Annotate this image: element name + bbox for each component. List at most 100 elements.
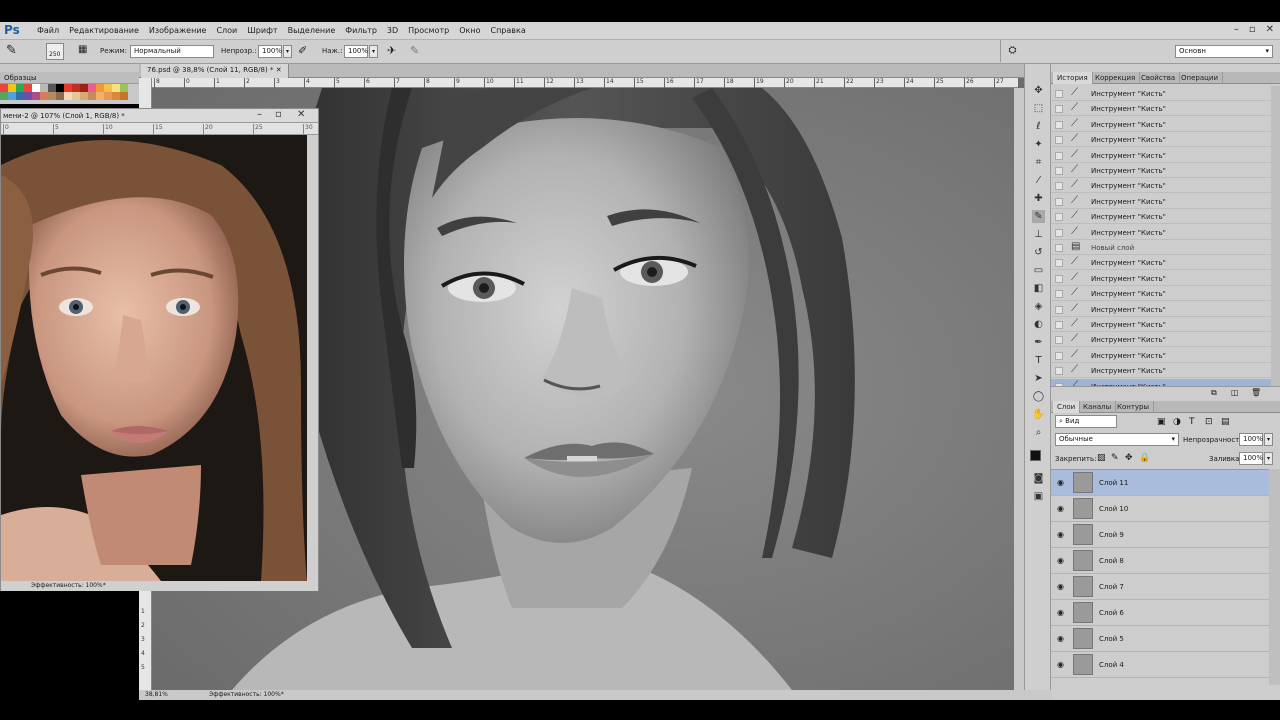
color-swatch[interactable] bbox=[0, 92, 8, 100]
restore-icon[interactable]: ▫ bbox=[1249, 24, 1256, 35]
history-state[interactable]: ⟋ Инструмент "Кисть" bbox=[1051, 225, 1271, 240]
layer-name[interactable]: Слой 9 bbox=[1099, 531, 1124, 539]
blur-tool-icon[interactable]: ◈ bbox=[1032, 300, 1045, 313]
history-state[interactable]: ⟋ Инструмент "Кисть" bbox=[1051, 363, 1271, 379]
color-swatch[interactable] bbox=[48, 84, 56, 92]
history-source-checkbox[interactable] bbox=[1055, 259, 1063, 268]
color-swatch[interactable] bbox=[24, 84, 32, 92]
filter-shape-icon[interactable]: ⊡ bbox=[1205, 417, 1213, 427]
menu-item[interactable]: Изображение bbox=[144, 26, 212, 35]
menu-item[interactable]: Окно bbox=[454, 26, 485, 35]
panel-toggle-icon[interactable]: ⛭ bbox=[1000, 40, 1024, 62]
history-state[interactable]: ⟋ Инструмент "Кисть" bbox=[1051, 302, 1271, 317]
layer-name[interactable]: Слой 5 bbox=[1099, 635, 1124, 643]
new-snapshot-icon[interactable]: ◫ bbox=[1231, 388, 1239, 397]
menu-item[interactable]: 3D bbox=[382, 26, 403, 35]
reference-maximize-icon[interactable]: ▫ bbox=[275, 109, 282, 120]
horizontal-ruler[interactable]: 8 0 1 2 3 4 5 6 7 8 9 10 11 12 13 14 15 16 17 18 19 20 21 22 23 2… bbox=[152, 78, 1064, 88]
lasso-tool-icon[interactable]: ℓ bbox=[1032, 120, 1045, 133]
pressure-input[interactable]: 100% bbox=[344, 45, 368, 58]
color-swatch[interactable] bbox=[32, 84, 40, 92]
color-swatch[interactable] bbox=[48, 92, 56, 100]
color-swatch[interactable] bbox=[0, 84, 8, 92]
menu-item[interactable]: Фильтр bbox=[340, 26, 382, 35]
brush-panel-icon[interactable]: ▦ bbox=[78, 44, 87, 55]
zoom-value[interactable]: 38,81% bbox=[145, 691, 168, 698]
filter-adjust-icon[interactable]: ◑ bbox=[1173, 417, 1181, 427]
color-swatch[interactable] bbox=[8, 84, 16, 92]
color-swatch[interactable] bbox=[32, 92, 40, 100]
color-swatch[interactable] bbox=[88, 84, 96, 92]
history-state[interactable]: ⟋ Инструмент "Кисть" bbox=[1051, 86, 1271, 101]
layer-row[interactable]: ◉ Слой 7 bbox=[1051, 574, 1269, 600]
history-state[interactable]: ⟋ Инструмент "Кисть" bbox=[1051, 163, 1271, 178]
history-scrollbar[interactable] bbox=[1271, 86, 1280, 386]
document-tab[interactable]: 76.psd @ 38,8% (Слой 11, RGB/8) * ✕ bbox=[141, 64, 289, 78]
layer-row[interactable]: ◉ Слой 9 bbox=[1051, 522, 1269, 548]
reference-close-icon[interactable]: ✕ bbox=[297, 109, 305, 120]
mode-select[interactable]: Нормальный bbox=[130, 45, 214, 58]
shape-tool-icon[interactable]: ◯ bbox=[1032, 390, 1045, 403]
eye-icon[interactable]: ◉ bbox=[1057, 582, 1064, 591]
quick-mask-icon[interactable]: ◙ bbox=[1032, 472, 1045, 485]
history-source-checkbox[interactable] bbox=[1055, 167, 1063, 175]
menu-item[interactable]: Шрифт bbox=[242, 26, 282, 35]
swatches-title[interactable]: Образцы bbox=[4, 74, 37, 82]
color-swatch[interactable] bbox=[64, 84, 72, 92]
history-source-checkbox[interactable] bbox=[1055, 244, 1063, 252]
color-swatch[interactable] bbox=[56, 92, 64, 100]
history-state[interactable]: ⟋ Инструмент "Кисть" bbox=[1051, 317, 1271, 332]
history-state[interactable]: ⟋ Инструмент "Кисть" bbox=[1051, 209, 1271, 225]
filter-smart-icon[interactable]: ▤ bbox=[1221, 417, 1230, 427]
history-state[interactable]: ⟋ Инструмент "Кисть" bbox=[1051, 271, 1271, 286]
tab-history[interactable]: История bbox=[1053, 72, 1093, 84]
history-state[interactable]: ⟋ Инструмент "Кисть" bbox=[1051, 332, 1271, 348]
color-swatch[interactable] bbox=[120, 92, 128, 100]
dodge-tool-icon[interactable]: ◐ bbox=[1032, 318, 1045, 331]
history-source-checkbox[interactable] bbox=[1055, 351, 1063, 360]
tablet-size-icon[interactable]: ✎ bbox=[410, 44, 419, 57]
eye-icon[interactable]: ◉ bbox=[1057, 608, 1064, 617]
color-swatch[interactable] bbox=[80, 84, 88, 92]
layer-opacity-dropdown-icon[interactable]: ▾ bbox=[1264, 433, 1273, 446]
color-swatch[interactable] bbox=[96, 92, 104, 100]
eye-icon[interactable]: ◉ bbox=[1057, 660, 1064, 669]
history-source-checkbox[interactable] bbox=[1055, 290, 1063, 299]
workspace-select[interactable]: Основн ▾ bbox=[1175, 45, 1273, 58]
color-swatch[interactable] bbox=[8, 92, 16, 100]
fill-input[interactable]: 100% bbox=[1239, 452, 1263, 465]
minimize-icon[interactable]: – bbox=[1234, 24, 1239, 35]
history-state[interactable]: ⟋ Инструмент "Кисть" bbox=[1051, 132, 1271, 148]
move-tool-icon[interactable]: ✥ bbox=[1032, 84, 1045, 97]
eye-icon[interactable]: ◉ bbox=[1057, 530, 1064, 539]
layer-thumbnail[interactable] bbox=[1073, 628, 1093, 649]
layer-row[interactable]: ◉ Слой 6 bbox=[1051, 600, 1269, 626]
eye-icon[interactable]: ◉ bbox=[1057, 504, 1064, 513]
history-source-checkbox[interactable] bbox=[1055, 213, 1063, 222]
eraser-icon[interactable]: ▭ bbox=[1032, 264, 1045, 277]
filter-type-icon[interactable]: T bbox=[1189, 417, 1195, 427]
tab-layers[interactable]: Слои bbox=[1053, 401, 1081, 413]
color-swatch[interactable] bbox=[56, 84, 64, 92]
history-source-checkbox[interactable] bbox=[1055, 274, 1063, 283]
layer-name[interactable]: Слой 10 bbox=[1099, 505, 1128, 513]
color-swatch[interactable] bbox=[16, 84, 24, 92]
history-state[interactable]: ⟋ Инструмент "Кисть" bbox=[1051, 286, 1271, 302]
history-source-checkbox[interactable] bbox=[1055, 305, 1063, 314]
layer-thumbnail[interactable] bbox=[1073, 654, 1093, 675]
history-state[interactable]: ⟋ Инструмент "Кисть" bbox=[1051, 348, 1271, 363]
filter-pixel-icon[interactable]: ▣ bbox=[1157, 417, 1166, 427]
history-source-checkbox[interactable] bbox=[1055, 197, 1063, 206]
screen-mode-icon[interactable]: ▣ bbox=[1032, 490, 1045, 503]
history-state[interactable]: ⟋ Инструмент "Кисть" bbox=[1051, 255, 1271, 271]
opacity-dropdown-icon[interactable]: ▾ bbox=[283, 45, 292, 58]
airbrush-icon[interactable]: ✈ bbox=[387, 44, 396, 57]
color-swatch[interactable] bbox=[120, 84, 128, 92]
menu-item[interactable]: Слои bbox=[211, 26, 242, 35]
color-swatch[interactable] bbox=[104, 92, 112, 100]
tab-close-icon[interactable]: ✕ bbox=[276, 66, 282, 74]
reference-minimize-icon[interactable]: – bbox=[257, 109, 262, 120]
history-source-checkbox[interactable] bbox=[1055, 105, 1063, 114]
layer-filter-select[interactable]: ⌕ Вид bbox=[1055, 415, 1117, 428]
reference-document-window[interactable]: мени-2 @ 107% (Слой 1, RGB/8) * – ▫ ✕ 0 5… bbox=[0, 108, 319, 591]
